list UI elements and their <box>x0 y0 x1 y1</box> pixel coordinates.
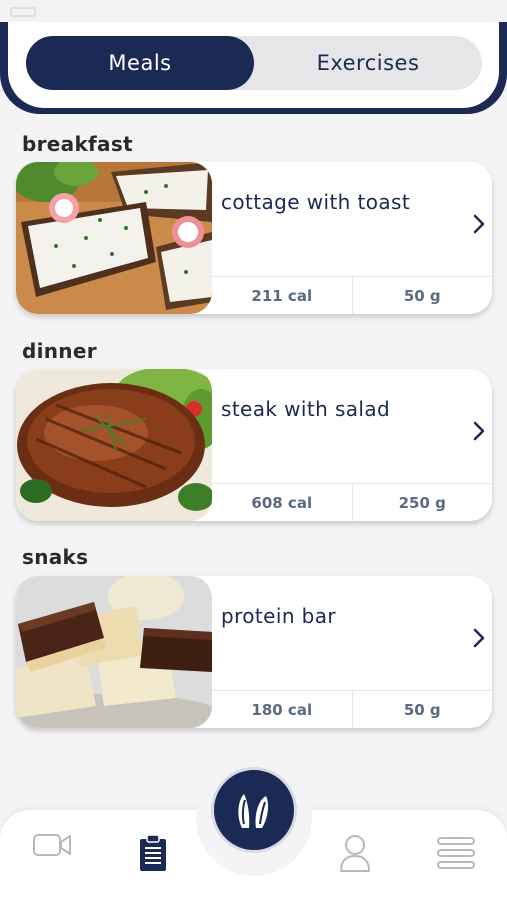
section-title-dinner: dinner <box>22 339 97 363</box>
tab-exercises[interactable]: Exercises <box>254 36 482 90</box>
meal-name: steak with salad <box>221 397 391 421</box>
meal-stats: 211 cal 50 g <box>212 276 492 314</box>
meal-image-cottage-toast <box>16 162 212 314</box>
meal-calories: 180 cal <box>251 700 313 719</box>
menu-icon[interactable] <box>436 836 476 870</box>
meal-weight: 50 g <box>351 277 493 314</box>
home-button[interactable] <box>211 767 297 853</box>
meals-exercises-toggle: Meals Exercises <box>26 36 482 90</box>
profile-icon[interactable] <box>338 834 372 872</box>
meal-card-breakfast[interactable]: cottage with toast 211 cal 50 g <box>16 162 492 314</box>
status-bar <box>0 0 507 24</box>
section-title-snaks: snaks <box>22 545 89 569</box>
tab-meals[interactable]: Meals <box>26 36 254 90</box>
video-icon[interactable] <box>32 832 72 858</box>
meal-card-dinner[interactable]: steak with salad 608 cal 250 g <box>16 369 492 521</box>
chevron-right-icon[interactable] <box>472 212 486 236</box>
meal-calories: 608 cal <box>251 493 313 512</box>
meal-image-steak-salad <box>16 369 212 521</box>
bunny-logo-icon <box>238 794 269 828</box>
battery-icon <box>10 7 36 17</box>
chevron-right-icon[interactable] <box>472 626 486 650</box>
meal-stats: 608 cal 250 g <box>212 483 492 521</box>
section-title-breakfast: breakfast <box>22 132 133 156</box>
meal-name: protein bar <box>221 604 337 628</box>
meal-weight: 50 g <box>351 691 493 728</box>
meal-calories: 211 cal <box>251 286 313 305</box>
meal-image-protein-bar <box>16 576 212 728</box>
clipboard-icon[interactable] <box>138 834 168 872</box>
meal-weight: 250 g <box>351 484 493 521</box>
meal-name: cottage with toast <box>221 190 411 214</box>
meal-card-snaks[interactable]: protein bar 180 cal 50 g <box>16 576 492 728</box>
meal-stats: 180 cal 50 g <box>212 690 492 728</box>
chevron-right-icon[interactable] <box>472 419 486 443</box>
